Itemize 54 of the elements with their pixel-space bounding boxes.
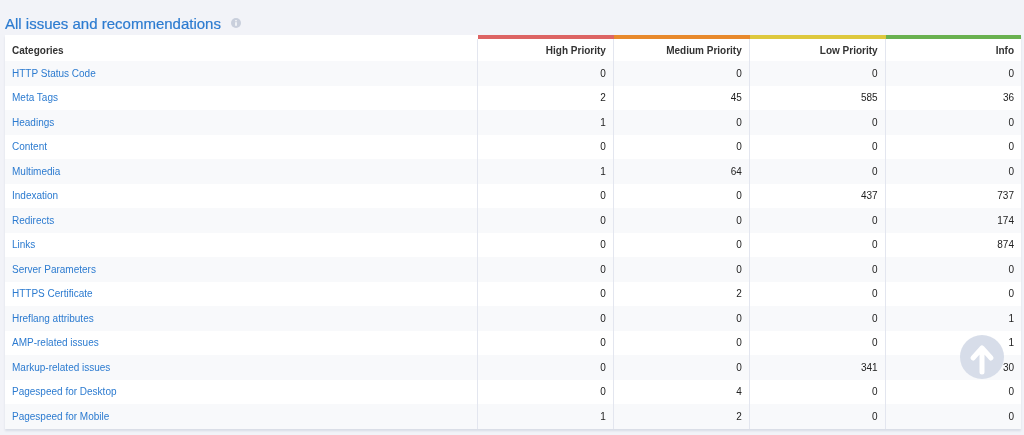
table-cell: 0 (749, 306, 886, 331)
category-link[interactable]: Multimedia (12, 165, 61, 177)
table-cell: 0 (749, 208, 886, 233)
table-cell: 0 (613, 110, 750, 135)
table-cell: 1 (477, 110, 614, 135)
table-cell: 0 (477, 306, 614, 331)
category-link[interactable]: HTTPS Certificate (12, 288, 93, 300)
table-cell: 0 (885, 257, 1021, 282)
category-link[interactable]: Server Parameters (12, 263, 96, 275)
table-cell: 1 (885, 306, 1021, 331)
table-cell: 0 (613, 306, 750, 331)
category-link[interactable]: Indexation (12, 190, 59, 202)
table-cell: 174 (885, 208, 1021, 233)
table-cell: 0 (749, 159, 886, 184)
info-icon[interactable] (230, 18, 241, 28)
table-cell: 0 (477, 257, 614, 282)
table-cell: 0 (749, 404, 886, 429)
section-title: All issues and recommendations (5, 14, 221, 32)
table-cell: 0 (613, 61, 750, 86)
category-link[interactable]: Content (12, 141, 48, 153)
table-cell: 0 (613, 208, 750, 233)
scroll-to-top-button[interactable] (960, 335, 1004, 379)
category-link[interactable]: Markup-related issues (12, 361, 111, 373)
category-link[interactable]: HTTP Status Code (12, 67, 96, 79)
column-header: Medium Priority (613, 37, 750, 61)
category-link[interactable]: Redirects (12, 214, 55, 226)
category-link[interactable]: Pagespeed for Mobile (12, 410, 110, 422)
table-cell: 0 (749, 257, 886, 282)
category-link[interactable]: Hreflang attributes (12, 312, 94, 324)
table-cell: 64 (613, 159, 750, 184)
table-cell: 0 (613, 257, 750, 282)
column-header: Categories (5, 37, 478, 61)
table-cell: 0 (477, 355, 614, 380)
table-cell: 0 (885, 61, 1021, 86)
table-cell: 0 (749, 61, 886, 86)
table-cell: 2 (613, 404, 750, 429)
table-cell: 1 (477, 404, 614, 429)
table-cell: 1 (477, 159, 614, 184)
category-link[interactable]: Pagespeed for Desktop (12, 386, 117, 398)
category-link[interactable]: AMP-related issues (12, 337, 99, 349)
category-link[interactable]: Links (12, 239, 36, 251)
column-header: Low Priority (749, 37, 886, 61)
table-cell: 0 (477, 208, 614, 233)
category-link[interactable]: Meta Tags (12, 92, 58, 104)
table-cell: 0 (477, 61, 614, 86)
table-cell: 341 (749, 355, 886, 380)
category-link[interactable]: Headings (12, 116, 55, 128)
table-cell: 0 (885, 404, 1021, 429)
table-cell: 0 (885, 110, 1021, 135)
table-cell: 0 (613, 355, 750, 380)
column-header: High Priority (477, 37, 614, 61)
column-header: Info (885, 37, 1021, 61)
table-cell: 0 (885, 159, 1021, 184)
table-cell: 0 (749, 110, 886, 135)
